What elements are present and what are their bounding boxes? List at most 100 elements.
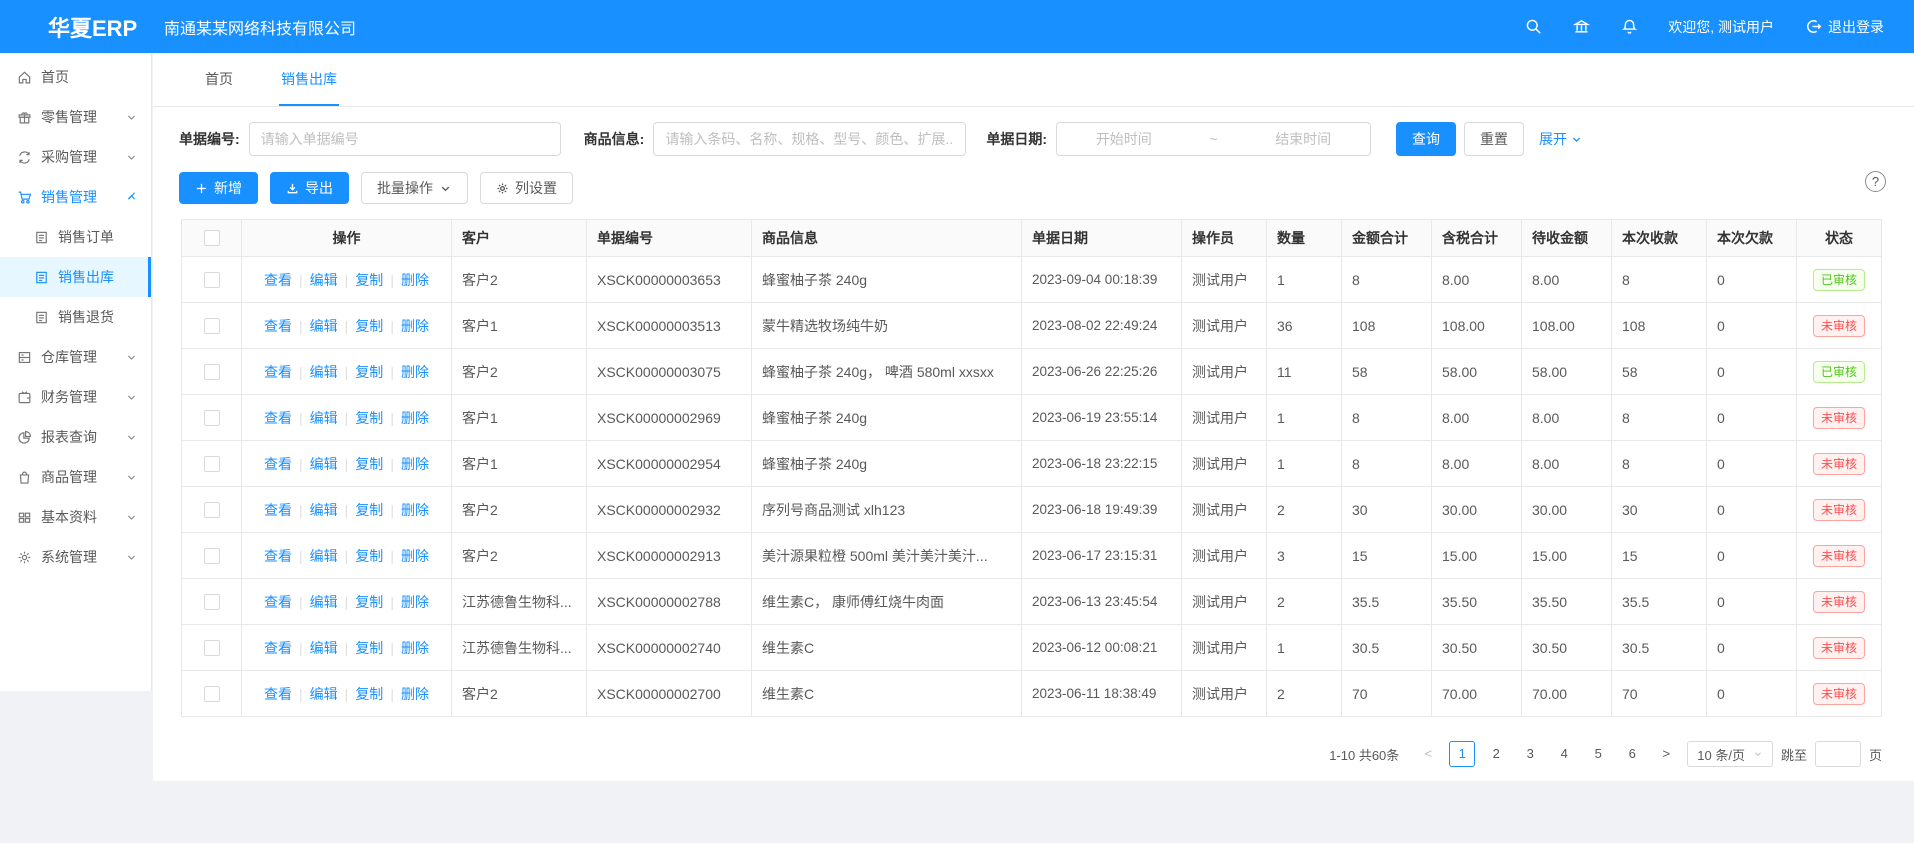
copy-link[interactable]: 复制 <box>355 640 383 656</box>
copy-link[interactable]: 复制 <box>355 410 383 426</box>
tab-sale-outbound[interactable]: 销售出库 <box>279 53 339 106</box>
page-size-select[interactable]: 10 条/页 <box>1687 741 1773 767</box>
copy-link[interactable]: 复制 <box>355 548 383 564</box>
reset-button[interactable]: 重置 <box>1464 122 1524 156</box>
sidebar-item-home[interactable]: 首页 <box>0 57 151 97</box>
row-checkbox[interactable] <box>204 548 220 564</box>
customer-cell: 江苏德鲁生物科... <box>452 579 587 625</box>
prev-page-button[interactable]: < <box>1415 741 1441 767</box>
sidebar-item-sale-outbound[interactable]: 销售出库 <box>0 257 151 297</box>
page-button[interactable]: 2 <box>1483 741 1509 767</box>
view-link[interactable]: 查看 <box>264 640 292 656</box>
view-link[interactable]: 查看 <box>264 318 292 334</box>
add-button[interactable]: 新增 <box>179 172 258 204</box>
row-checkbox[interactable] <box>204 502 220 518</box>
row-checkbox[interactable] <box>204 410 220 426</box>
delete-link[interactable]: 删除 <box>401 364 429 380</box>
bill-no-input[interactable] <box>249 122 561 156</box>
delete-link[interactable]: 删除 <box>401 318 429 334</box>
row-checkbox[interactable] <box>204 456 220 472</box>
delete-link[interactable]: 删除 <box>401 272 429 288</box>
view-link[interactable]: 查看 <box>264 364 292 380</box>
copy-link[interactable]: 复制 <box>355 318 383 334</box>
page-button[interactable]: 5 <box>1585 741 1611 767</box>
view-link[interactable]: 查看 <box>264 456 292 472</box>
edit-link[interactable]: 编辑 <box>310 364 338 380</box>
page-button[interactable]: 6 <box>1619 741 1645 767</box>
row-checkbox[interactable] <box>204 364 220 380</box>
copy-link[interactable]: 复制 <box>355 686 383 702</box>
edit-link[interactable]: 编辑 <box>310 318 338 334</box>
view-link[interactable]: 查看 <box>264 502 292 518</box>
delete-link[interactable]: 删除 <box>401 594 429 610</box>
edit-link[interactable]: 编辑 <box>310 548 338 564</box>
copy-link[interactable]: 复制 <box>355 594 383 610</box>
view-link[interactable]: 查看 <box>264 686 292 702</box>
delete-link[interactable]: 删除 <box>401 410 429 426</box>
bill-no-cell: XSCK00000002788 <box>587 579 752 625</box>
sidebar-item-sales[interactable]: 销售管理 <box>0 177 151 217</box>
next-page-button[interactable]: > <box>1653 741 1679 767</box>
pagination: 1-10 共60条 < 123456 > 10 条/页 跳至 页 <box>153 741 1882 767</box>
logout-button[interactable]: 退出登录 <box>1804 17 1884 37</box>
delete-link[interactable]: 删除 <box>401 502 429 518</box>
table-row: 查看|编辑|复制|删除客户2XSCK00000002700维生素C2023-06… <box>182 671 1882 717</box>
edit-link[interactable]: 编辑 <box>310 686 338 702</box>
product-cell: 蜂蜜柚子茶 240g <box>752 257 1022 303</box>
delete-link[interactable]: 删除 <box>401 640 429 656</box>
copy-link[interactable]: 复制 <box>355 272 383 288</box>
copy-link[interactable]: 复制 <box>355 364 383 380</box>
row-checkbox[interactable] <box>204 318 220 334</box>
export-button[interactable]: 导出 <box>270 172 349 204</box>
row-checkbox[interactable] <box>204 640 220 656</box>
delete-link[interactable]: 删除 <box>401 456 429 472</box>
copy-link[interactable]: 复制 <box>355 456 383 472</box>
sidebar-item-report[interactable]: 报表查询 <box>0 417 151 457</box>
edit-link[interactable]: 编辑 <box>310 272 338 288</box>
bell-icon[interactable] <box>1620 18 1638 36</box>
search-button[interactable]: 查询 <box>1396 122 1456 156</box>
delete-link[interactable]: 删除 <box>401 548 429 564</box>
column-header: 本次欠款 <box>1707 220 1797 257</box>
view-link[interactable]: 查看 <box>264 594 292 610</box>
status-badge: 未审核 <box>1813 545 1865 567</box>
row-checkbox[interactable] <box>204 272 220 288</box>
sidebar-item-sale-return[interactable]: 销售退货 <box>0 297 151 337</box>
edit-link[interactable]: 编辑 <box>310 640 338 656</box>
row-checkbox[interactable] <box>204 686 220 702</box>
select-all-checkbox[interactable] <box>204 230 220 246</box>
batch-actions-button[interactable]: 批量操作 <box>361 172 468 204</box>
column-settings-button[interactable]: 列设置 <box>480 172 573 204</box>
sidebar-item-finance[interactable]: 财务管理 <box>0 377 151 417</box>
search-icon[interactable] <box>1524 18 1542 36</box>
page-button[interactable]: 4 <box>1551 741 1577 767</box>
view-link[interactable]: 查看 <box>264 410 292 426</box>
expand-link[interactable]: 展开 <box>1539 129 1582 149</box>
edit-link[interactable]: 编辑 <box>310 594 338 610</box>
sidebar-item-basic[interactable]: 基本资料 <box>0 497 151 537</box>
row-checkbox[interactable] <box>204 594 220 610</box>
column-header: 本次收款 <box>1612 220 1707 257</box>
page-button[interactable]: 1 <box>1449 741 1475 767</box>
page-button[interactable]: 3 <box>1517 741 1543 767</box>
sidebar-item-purchase[interactable]: 采购管理 <box>0 137 151 177</box>
delete-link[interactable]: 删除 <box>401 686 429 702</box>
edit-link[interactable]: 编辑 <box>310 410 338 426</box>
product-info-input[interactable] <box>653 122 966 156</box>
jump-page-input[interactable] <box>1815 741 1861 767</box>
sidebar-item-sale-order[interactable]: 销售订单 <box>0 217 151 257</box>
sidebar-item-retail[interactable]: 零售管理 <box>0 97 151 137</box>
view-link[interactable]: 查看 <box>264 548 292 564</box>
sidebar-item-warehouse[interactable]: 仓库管理 <box>0 337 151 377</box>
view-link[interactable]: 查看 <box>264 272 292 288</box>
tab-home[interactable]: 首页 <box>203 53 235 106</box>
date-range-input[interactable]: 开始时间 ~ 结束时间 <box>1056 122 1371 156</box>
sidebar-item-goods[interactable]: 商品管理 <box>0 457 151 497</box>
sidebar-item-system[interactable]: 系统管理 <box>0 537 151 577</box>
platform-icon[interactable] <box>1572 18 1590 36</box>
edit-link[interactable]: 编辑 <box>310 456 338 472</box>
edit-link[interactable]: 编辑 <box>310 502 338 518</box>
gear-icon <box>17 550 32 565</box>
help-icon[interactable]: ? <box>1865 171 1886 192</box>
copy-link[interactable]: 复制 <box>355 502 383 518</box>
